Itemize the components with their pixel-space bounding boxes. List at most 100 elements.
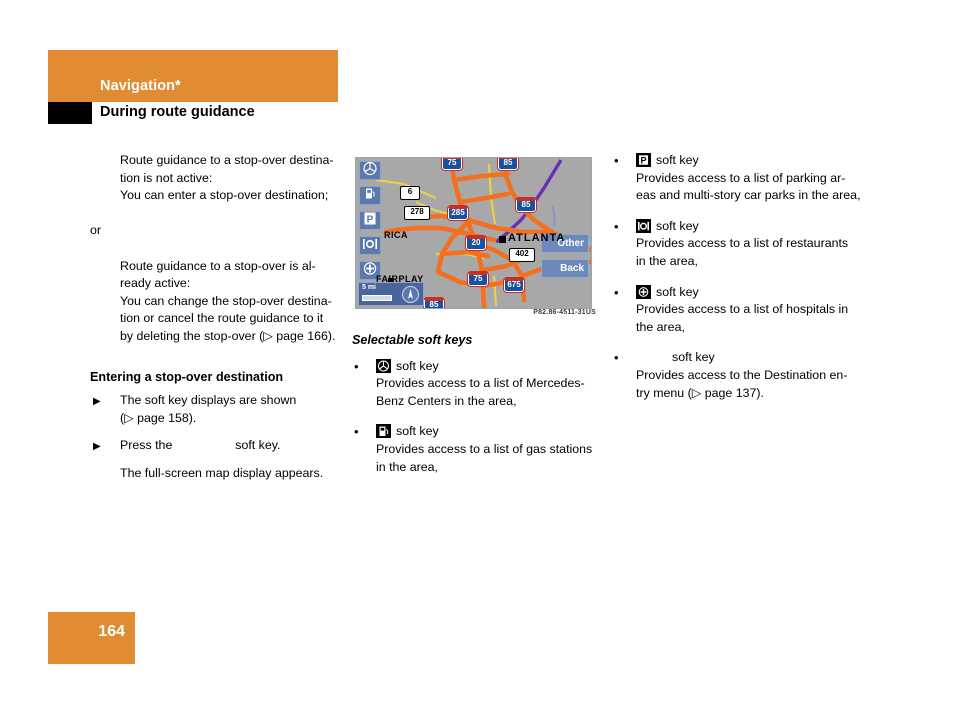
section-title: During route guidance: [100, 104, 255, 120]
softkey-suffix: soft key: [656, 153, 699, 167]
softkey-body-line: in the area,: [376, 459, 438, 474]
map-scale-label: 5 mi: [362, 284, 377, 291]
map-town-label: RICA: [384, 230, 408, 240]
map-shield-i75: 75: [468, 272, 488, 286]
map-scale-box: 5 mi: [358, 282, 424, 306]
svg-text:P: P: [367, 214, 374, 225]
map-shield-i85: 85: [498, 158, 518, 170]
map-softkey-gas-station[interactable]: [359, 186, 381, 205]
arrow-bullet-icon: ▶: [93, 441, 101, 453]
bullet-icon: •: [614, 153, 619, 168]
softkey-head: soft key: [376, 423, 600, 441]
map-shield-i85: 85: [516, 198, 536, 212]
softkey-head: soft key: [376, 358, 600, 376]
softkey-body-line: Benz Centers in the area,: [376, 393, 517, 408]
softkey-suffix: soft key: [672, 350, 715, 365]
softkey-body-line: Provides access to a list of parking ar-: [636, 170, 846, 185]
softkey-suffix: soft key: [396, 424, 439, 439]
gas-pump-icon: [364, 186, 376, 205]
map-compass-button[interactable]: [402, 286, 419, 303]
middle-text-column: Selectable soft keys • soft key Provides…: [352, 332, 600, 489]
para-line: tion is not active:: [120, 170, 213, 185]
softkey-list-item: • soft key Provides access to the Destin…: [612, 349, 902, 402]
softkey-body-line: the area,: [636, 319, 685, 334]
para-line: You can enter a stop-over destination;: [120, 188, 329, 203]
softkey-list-item: • soft key Provides access to a list of …: [612, 218, 902, 271]
softkey-body-line: try menu (▷ page 137).: [636, 385, 764, 400]
softkey-head: P soft key: [636, 152, 902, 170]
map-shield-i675: 675: [504, 278, 524, 292]
softkey-body-line: Provides access to a list of gas station…: [376, 441, 593, 456]
softkey-body-line: in the area,: [636, 253, 698, 268]
para-line: tion or cancel the route guidance to it: [120, 311, 324, 326]
parking-p-icon: P: [363, 211, 377, 230]
chapter-title: Navigation*: [100, 78, 181, 94]
step-line: The soft key displays are shown: [120, 393, 297, 408]
softkey-body-line: Provides access to a list of hospitals i…: [636, 302, 849, 317]
chapter-header-band: [48, 50, 338, 102]
hospital-cross-icon: [363, 261, 377, 280]
softkey-body-line: Provides access to a list of Mercedes-: [376, 376, 585, 391]
gas-pump-icon: [376, 424, 391, 439]
map-shield-us402: 402: [509, 248, 535, 262]
softkey-head: soft key: [636, 284, 902, 302]
step-result: The full-screen map display appears.: [120, 465, 324, 480]
paragraph-stopover-active: Route guidance to a stop-over is al- rea…: [120, 258, 340, 346]
map-shield-i20: 20: [466, 236, 486, 250]
arrow-bullet-icon: ▶: [93, 396, 101, 408]
bullet-icon: •: [614, 350, 619, 366]
map-softkey-restaurant[interactable]: [359, 236, 381, 255]
softkey-head: soft key: [636, 349, 902, 367]
step-item: ▶ The soft key displays are shown (▷ pag…: [90, 392, 340, 427]
softkey-list-item: • P soft key Provides access to a list o…: [612, 152, 902, 205]
bullet-icon: •: [614, 218, 619, 234]
softkey-body-line: Provides access to the Destination en-: [636, 367, 848, 382]
paragraph-stopover-not-active: Route guidance to a stop-over destina- t…: [120, 152, 340, 205]
softkey-list-item: • soft key Provides access to a list of …: [352, 358, 600, 411]
subheading-entering-stopover: Entering a stop-over destination: [90, 369, 284, 384]
map-softkey-back[interactable]: Back: [541, 259, 589, 278]
section-marker-block: [48, 102, 92, 124]
para-line: Route guidance to a stop-over destina-: [120, 153, 334, 167]
softkey-suffix: soft key: [656, 284, 699, 299]
softkey-list-item: • soft key Provides access to a list of …: [612, 284, 902, 337]
mercedes-star-icon: [363, 161, 377, 180]
softkey-suffix: soft key: [656, 218, 699, 233]
step-line: Press the: [120, 438, 173, 453]
map-city-label: ATLANTA: [508, 232, 566, 244]
missing-softkey-icon: [636, 350, 672, 364]
map-shield-i85: 85: [424, 298, 444, 308]
bullet-icon: •: [354, 424, 359, 440]
bullet-icon: •: [354, 358, 359, 374]
compass-needle-icon: [408, 289, 413, 299]
step-item: ▶ Press the soft key.: [90, 437, 340, 455]
para-line: ready active:: [120, 276, 191, 291]
map-shield-i75: 75: [442, 158, 462, 170]
right-text-column: • P soft key Provides access to a list o…: [612, 152, 902, 415]
softkey-suffix: soft key: [396, 358, 439, 373]
softkey-head: soft key: [636, 218, 902, 236]
or-connector: or: [90, 223, 102, 238]
hospital-cross-icon: [636, 284, 651, 299]
parking-p-icon: P: [636, 153, 651, 167]
left-text-column: Route guidance to a stop-over destina- t…: [90, 152, 340, 493]
figure-caption: P82.86-4511-31US: [533, 309, 596, 316]
navigation-map-screenshot: P Other Back ATLANTA RICA FAIRPLAY 75 85…: [355, 157, 592, 309]
map-softkey-mercedes-star[interactable]: [359, 161, 381, 180]
map-shield-i285: 285: [448, 206, 468, 220]
softkey-body-line: Provides access to a list of restaurants: [636, 236, 849, 251]
map-scale-bar: [362, 295, 392, 301]
map-softkey-parking[interactable]: P: [359, 211, 381, 230]
para-line: You can change the stop-over destina-: [120, 293, 332, 308]
restaurant-icon: [636, 218, 651, 233]
restaurant-icon: [362, 237, 378, 255]
svg-text:P: P: [640, 155, 646, 165]
map-shield-us278: 278: [404, 206, 430, 220]
heading-selectable-soft-keys: Selectable soft keys: [352, 333, 473, 347]
softkey-body-line: eas and multi-story car parks in the are…: [636, 188, 861, 203]
step-line: (▷ page 158).: [120, 410, 197, 425]
bullet-icon: •: [614, 284, 619, 300]
step-line: soft key.: [235, 438, 281, 453]
